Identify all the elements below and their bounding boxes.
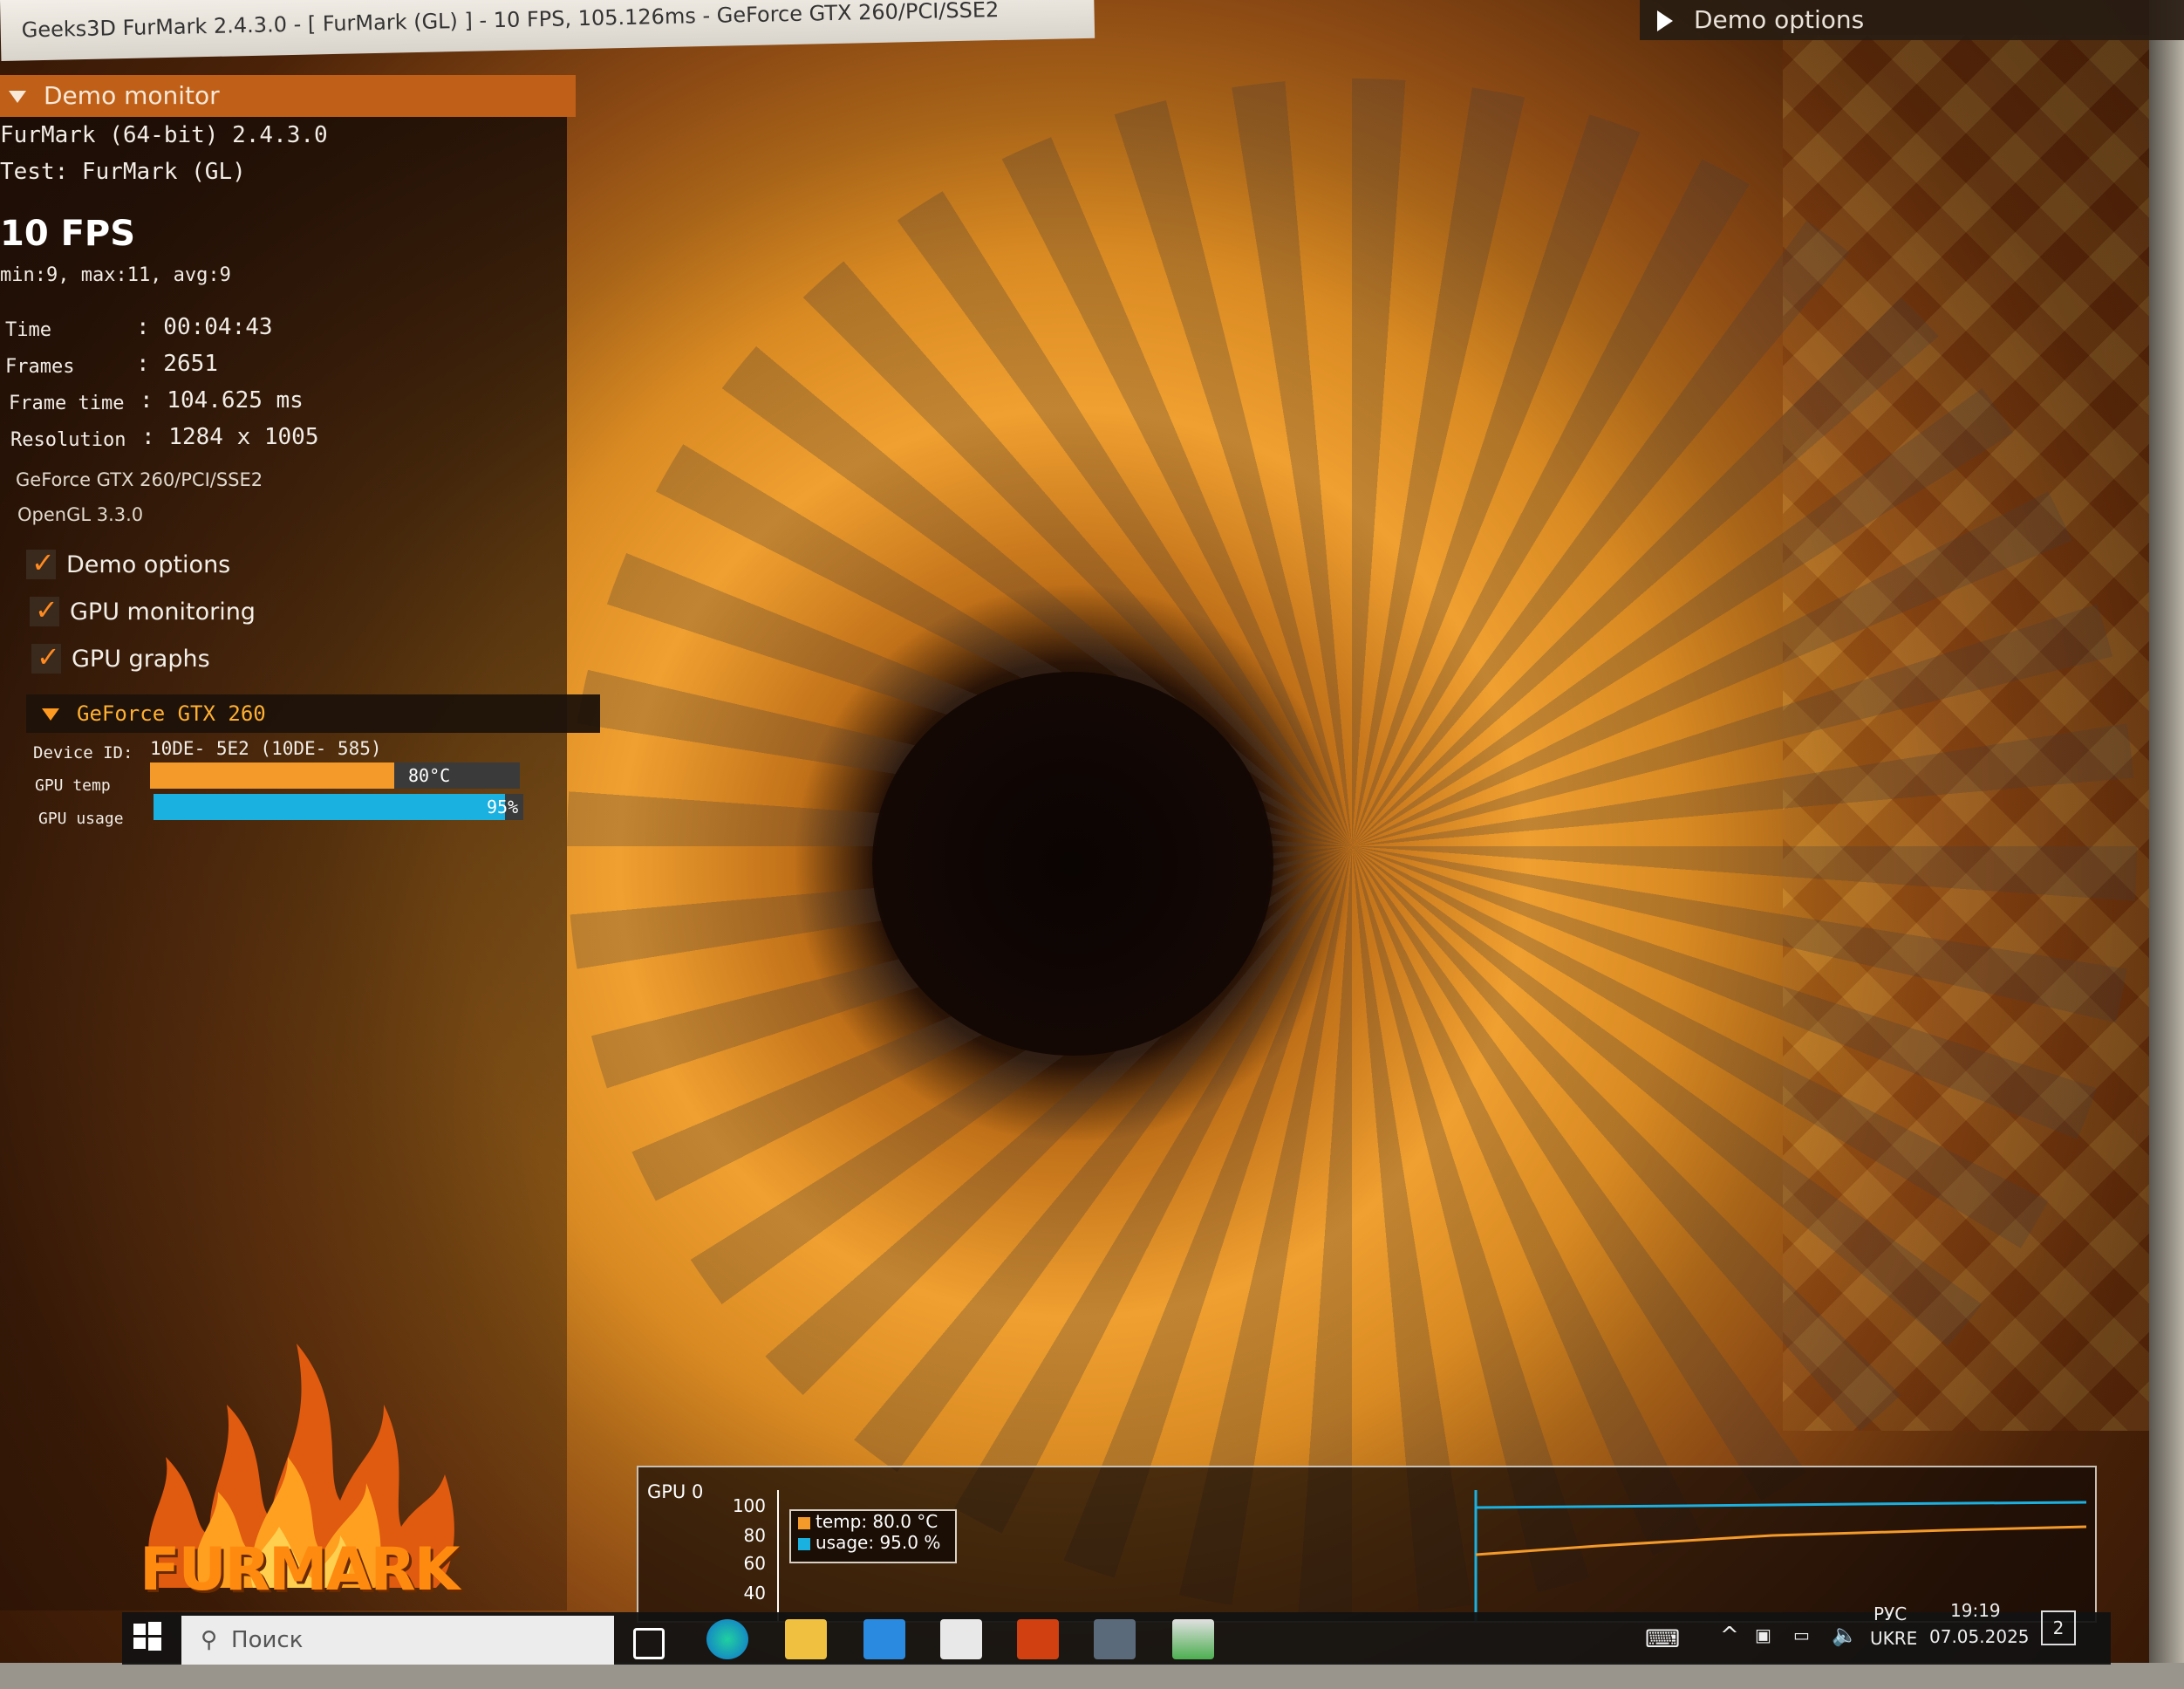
mail-icon[interactable] xyxy=(940,1619,982,1659)
edge-browser-icon[interactable] xyxy=(706,1619,748,1659)
store-icon[interactable] xyxy=(863,1619,905,1659)
renderer-string: GeForce GTX 260/PCI/SSE2 xyxy=(16,469,263,490)
clock-date[interactable]: 07.05.2025 xyxy=(1929,1626,2030,1647)
notification-icon[interactable]: 2 xyxy=(2041,1610,2076,1645)
test-name: Test: FurMark (GL) xyxy=(0,159,246,185)
app-taskbar-icon[interactable] xyxy=(1094,1619,1136,1659)
collapse-arrow-icon xyxy=(9,91,26,103)
checkbox-box[interactable]: ✓ xyxy=(30,593,59,626)
checkbox-box[interactable]: ✓ xyxy=(26,546,56,579)
gpu-temp-label: GPU temp xyxy=(35,776,111,795)
y-tick-60: 60 xyxy=(743,1553,766,1574)
demo-monitor-title: Demo monitor xyxy=(44,81,220,110)
fps-stats: min:9, max:11, avg:9 xyxy=(0,264,231,286)
checkbox-gpu-monitoring[interactable]: ✓ GPU monitoring xyxy=(30,591,256,632)
device-id-value: 10DE- 5E2 (10DE- 585) xyxy=(150,738,382,759)
stat-frametime-label: Frame time xyxy=(9,393,125,414)
app-version: FurMark (64-bit) 2.4.3.0 xyxy=(0,122,328,148)
stat-time-label: Time xyxy=(5,319,51,341)
temp-series-line xyxy=(1475,1525,2087,1556)
gpu-usage-label: GPU usage xyxy=(38,810,124,828)
graph-legend: temp: 80.0 °C usage: 95.0 % xyxy=(789,1509,957,1563)
gpu-usage-bar-fill xyxy=(154,794,505,820)
file-explorer-icon[interactable] xyxy=(785,1619,827,1659)
fur-donut xyxy=(567,79,2137,1614)
gpu-usage-value: 95% xyxy=(487,797,519,817)
y-tick-100: 100 xyxy=(732,1495,766,1516)
legend-usage: usage: 95.0 % xyxy=(816,1532,941,1553)
gpu-usage-bar: 95% xyxy=(154,794,523,820)
stat-frames-value: : 2651 xyxy=(136,351,218,377)
gpu-section-header[interactable]: GeForce GTX 260 xyxy=(26,694,600,733)
keyboard-icon[interactable]: ⌨ xyxy=(1645,1624,1680,1653)
search-placeholder: Поиск xyxy=(231,1627,304,1653)
tray-device-icon[interactable]: ▣ xyxy=(1755,1624,1771,1645)
checkmark-icon: ✓ xyxy=(31,546,55,579)
demo-options-button[interactable]: Demo options xyxy=(1640,0,2184,40)
opengl-version: OpenGL 3.3.0 xyxy=(17,504,144,525)
windows-start-icon[interactable] xyxy=(133,1621,162,1651)
monitor-bezel-bottom xyxy=(0,1663,2184,1689)
taskbar-search-box[interactable]: ⚲ Поиск xyxy=(181,1616,614,1665)
legend-temp: temp: 80.0 °C xyxy=(816,1511,938,1532)
stat-frametime-value: : 104.625 ms xyxy=(140,387,304,414)
search-icon: ⚲ xyxy=(201,1627,218,1653)
gpu-temp-bar: 80°C xyxy=(150,762,520,789)
temp-swatch xyxy=(798,1516,810,1529)
usage-series-line xyxy=(1475,1501,2087,1509)
checkmark-icon: ✓ xyxy=(35,593,58,626)
y-tick-80: 80 xyxy=(743,1525,766,1546)
keyboard-layout-indicator[interactable]: UKRE xyxy=(1870,1628,1917,1649)
furmark-taskbar-icon[interactable] xyxy=(1017,1619,1059,1659)
play-icon xyxy=(1657,10,1673,31)
language-indicator[interactable]: РУС xyxy=(1873,1604,1907,1624)
network-icon[interactable]: ▭ xyxy=(1793,1624,1810,1645)
checkbox-demo-options[interactable]: ✓ Demo options xyxy=(26,544,230,585)
device-id-label: Device ID: xyxy=(33,743,133,762)
checkbox-label: GPU monitoring xyxy=(70,598,256,626)
graph-title: GPU 0 xyxy=(647,1481,704,1502)
collapse-arrow-icon xyxy=(42,708,59,721)
demo-options-label: Demo options xyxy=(1694,5,1865,34)
y-tick-40: 40 xyxy=(743,1583,766,1604)
stat-frames-label: Frames xyxy=(5,356,75,378)
furmark-logo-text: FURMARK xyxy=(140,1535,460,1604)
gpu-tool-taskbar-icon[interactable] xyxy=(1172,1619,1214,1659)
usage-swatch xyxy=(798,1537,810,1550)
checkbox-label: Demo options xyxy=(66,550,231,578)
demo-monitor-header[interactable]: Demo monitor xyxy=(0,75,576,117)
stat-time-value: : 00:04:43 xyxy=(136,314,273,340)
gpu-temp-value: 80°C xyxy=(408,765,451,786)
task-view-icon[interactable] xyxy=(633,1628,665,1659)
checkbox-label: GPU graphs xyxy=(72,645,210,673)
chevron-up-icon[interactable]: ^ xyxy=(1720,1623,1739,1649)
checkmark-icon: ✓ xyxy=(37,640,60,674)
monitor-bezel xyxy=(2149,0,2184,1689)
gpu-name: GeForce GTX 260 xyxy=(77,701,266,726)
clock-time[interactable]: 19:19 xyxy=(1950,1600,2001,1621)
fur-donut-center xyxy=(872,672,1273,1056)
checkbox-box[interactable]: ✓ xyxy=(31,640,61,674)
checkbox-gpu-graphs[interactable]: ✓ GPU graphs xyxy=(31,639,210,679)
fps-counter: 10 FPS xyxy=(0,214,136,254)
volume-icon[interactable]: 🔈 xyxy=(1832,1623,1858,1647)
stat-resolution-label: Resolution xyxy=(10,429,126,451)
notification-count: 2 xyxy=(2052,1617,2065,1638)
stat-resolution-value: : 1284 x 1005 xyxy=(141,424,319,450)
gpu-temp-bar-fill xyxy=(150,762,394,789)
